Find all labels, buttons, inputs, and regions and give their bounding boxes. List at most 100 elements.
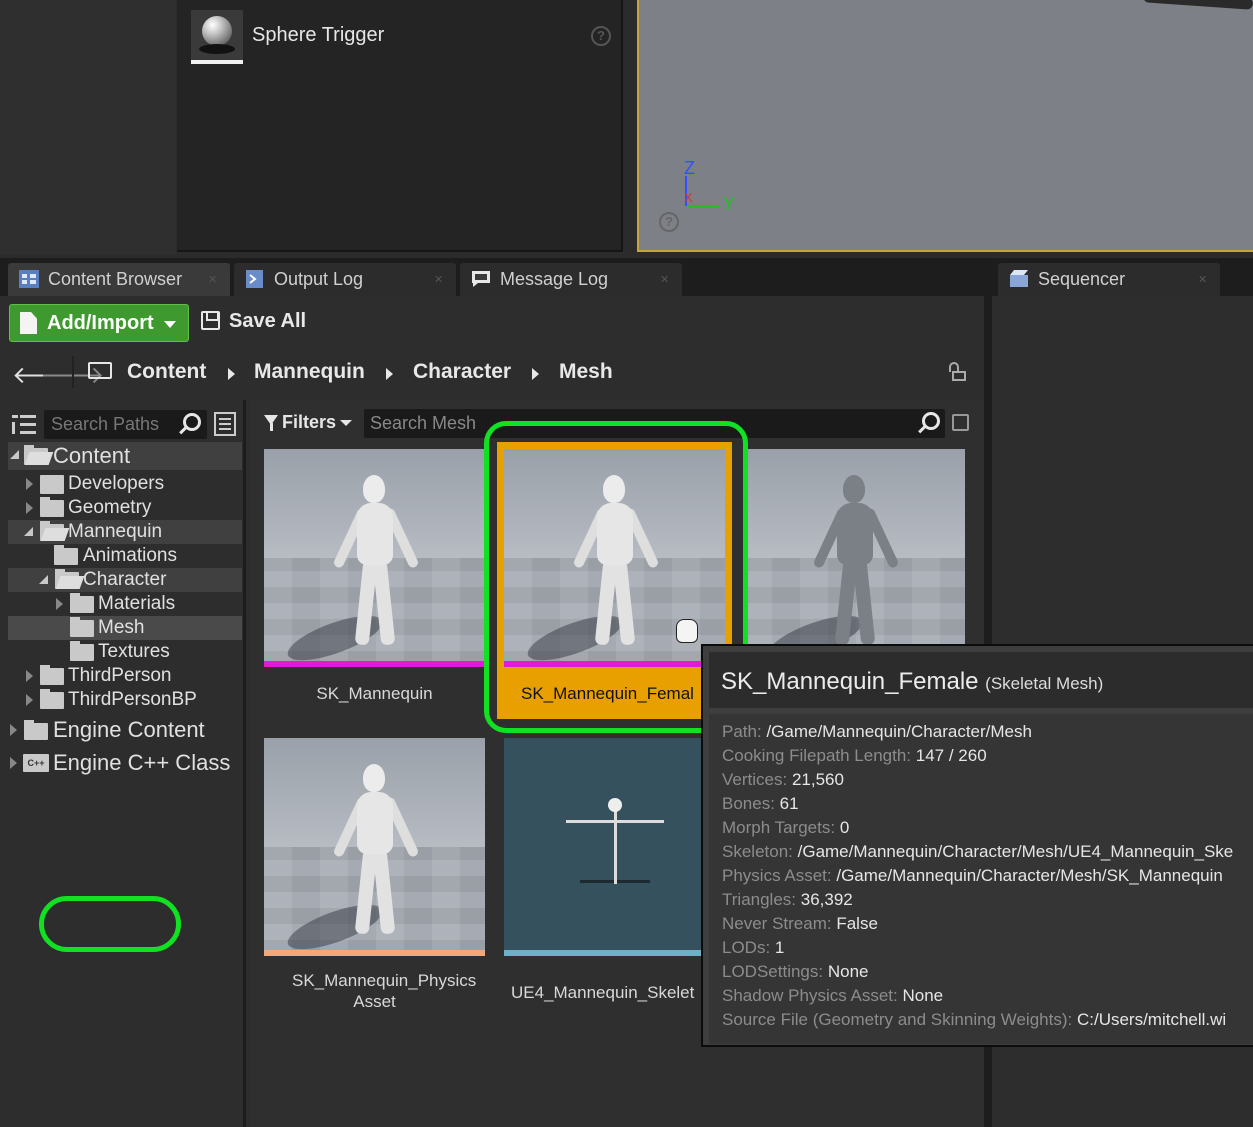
filters-button[interactable]: Filters (264, 412, 353, 433)
tooltip-row-value: C:/Users/mitchell.wi (1076, 1010, 1227, 1029)
new-document-icon (20, 312, 37, 334)
tooltip-row-key: Vertices: (722, 770, 788, 789)
collapsed-arrow-icon[interactable] (26, 694, 33, 706)
tree-item-label: Developers (68, 473, 165, 494)
tooltip-row-value: 0 (839, 818, 850, 837)
tree-item-label: Animations (83, 545, 177, 566)
view-options-icon[interactable] (214, 412, 236, 436)
folder-icon (40, 689, 64, 709)
tooltip-body: Path: /Game/Mannequin/Character/Mesh Cook… (709, 714, 1253, 1044)
save-search-icon[interactable] (952, 414, 969, 431)
unlock-icon[interactable] (948, 362, 966, 381)
tree-item-engine-cpp-classes[interactable]: C++ Engine C++ Class (8, 749, 242, 777)
folder-icon (70, 617, 94, 637)
close-icon[interactable]: ✕ (434, 275, 444, 286)
folder-open-icon (55, 569, 79, 589)
asset-thumbnail (504, 738, 725, 956)
tree-item-label: Textures (98, 641, 170, 662)
tree-toggle-icon[interactable] (12, 414, 36, 436)
tree-item-geometry[interactable]: Geometry (8, 496, 242, 520)
expanded-arrow-icon[interactable] (24, 527, 33, 536)
close-icon[interactable]: ✕ (1198, 275, 1208, 286)
search-icon[interactable] (922, 412, 940, 430)
tab-label: Output Log (274, 269, 364, 289)
collapsed-arrow-icon[interactable] (26, 478, 33, 490)
expanded-arrow-icon[interactable] (39, 575, 48, 584)
breadcrumb-arrow-icon[interactable] (532, 368, 539, 380)
asset-tooltip: SK_Mannequin_Female (Skeletal Mesh) Path… (701, 644, 1253, 1047)
breadcrumb-content[interactable]: Content (127, 360, 206, 384)
filters-label: Filters (282, 412, 337, 432)
mannequin-figure (282, 762, 435, 956)
tooltip-row: Vertices: 21,560 (722, 770, 844, 790)
add-import-button[interactable]: Add/Import (9, 304, 189, 342)
collapsed-arrow-icon[interactable] (10, 757, 17, 769)
tooltip-row: Triangles: 36,392 (722, 890, 853, 910)
axis-x-label: X (684, 190, 693, 205)
axis-y-line (687, 205, 719, 207)
tooltip-row-value: /Game/Mannequin/Character/Mesh/SK_Manneq… (836, 866, 1223, 885)
tab-message-log[interactable]: Message Log ✕ (460, 263, 682, 296)
collapsed-arrow-icon[interactable] (10, 724, 17, 736)
folder-icon (24, 720, 48, 740)
tree-item-content[interactable]: Content (8, 442, 242, 470)
tooltip-row: Bones: 61 (722, 794, 799, 814)
tree-item-character[interactable]: Character (8, 568, 242, 592)
tooltip-row-key: Skeleton: (722, 842, 793, 861)
expanded-arrow-icon[interactable] (10, 450, 19, 459)
breadcrumb-character[interactable]: Character (413, 360, 511, 384)
close-icon[interactable]: ✕ (660, 275, 670, 286)
tree-item-textures[interactable]: Textures (8, 640, 242, 664)
level-viewport[interactable]: Z X Y ? (637, 0, 1253, 252)
tree-item-label: Mannequin (68, 521, 163, 542)
tree-item-materials[interactable]: Materials (8, 592, 242, 616)
tooltip-row: LODs: 1 (722, 938, 784, 958)
breadcrumb-mannequin[interactable]: Mannequin (254, 360, 365, 384)
save-all-button[interactable]: Save All (201, 310, 306, 333)
tree-item-label: ThirdPersonBP (68, 689, 197, 710)
tooltip-row-key: Shadow Physics Asset: (722, 986, 898, 1005)
tree-item-mannequin[interactable]: Mannequin (8, 520, 242, 544)
tooltip-row-value: 36,392 (800, 890, 853, 909)
save-all-label: Save All (229, 310, 307, 332)
folder-open-icon (40, 521, 64, 541)
folder-open-icon (88, 362, 112, 379)
viewport-help-icon[interactable]: ? (659, 212, 679, 232)
output-log-icon (246, 270, 263, 288)
tree-item-developers[interactable]: Developers (8, 472, 242, 496)
developers-folder-icon (40, 475, 64, 494)
tooltip-row-value: False (836, 914, 878, 933)
help-icon[interactable]: ? (591, 26, 611, 46)
content-browser-toolbar: Add/Import Save All (0, 296, 984, 348)
cpp-folder-icon: C++ (23, 754, 49, 772)
tab-content-browser[interactable]: Content Browser ✕ (8, 263, 230, 296)
tree-item-animations[interactable]: Animations (8, 544, 242, 568)
sphere-trigger-item[interactable]: Sphere Trigger ? (177, 0, 623, 70)
search-icon[interactable] (183, 413, 201, 431)
collapsed-arrow-icon[interactable] (26, 670, 33, 682)
tree-item-mesh[interactable]: Mesh (8, 616, 242, 640)
collapsed-arrow-icon[interactable] (56, 598, 63, 610)
tree-item-label: Character (83, 569, 167, 590)
close-icon[interactable]: ✕ (208, 275, 218, 286)
tooltip-row-key: LODs: (722, 938, 771, 957)
mannequin-figure (762, 473, 915, 667)
breadcrumb-arrow-icon[interactable] (386, 368, 393, 380)
tree-item-thirdperson[interactable]: ThirdPerson (8, 664, 242, 688)
folder-icon (70, 641, 94, 661)
axis-z-label: Z (684, 158, 695, 178)
tree-item-engine-content[interactable]: Engine Content (8, 716, 242, 744)
tooltip-row: Never Stream: False (722, 914, 878, 934)
tooltip-row-key: Cooking Filepath Length: (722, 746, 912, 765)
tooltip-row-value: None (827, 962, 869, 981)
tooltip-row-value: 147 / 260 (915, 746, 987, 765)
breadcrumb-arrow-icon[interactable] (228, 368, 235, 380)
tab-sequencer[interactable]: Sequencer ✕ (998, 263, 1220, 296)
tab-output-log[interactable]: Output Log ✕ (234, 263, 456, 296)
tooltip-row-key: Physics Asset: (722, 866, 832, 885)
tree-item-thirdpersonbp[interactable]: ThirdPersonBP (8, 688, 242, 712)
asset-name: UE4_Mannequin_Skelet (511, 983, 695, 1002)
viewport-object (1142, 0, 1253, 10)
breadcrumb-mesh[interactable]: Mesh (559, 360, 613, 384)
collapsed-arrow-icon[interactable] (26, 502, 33, 514)
